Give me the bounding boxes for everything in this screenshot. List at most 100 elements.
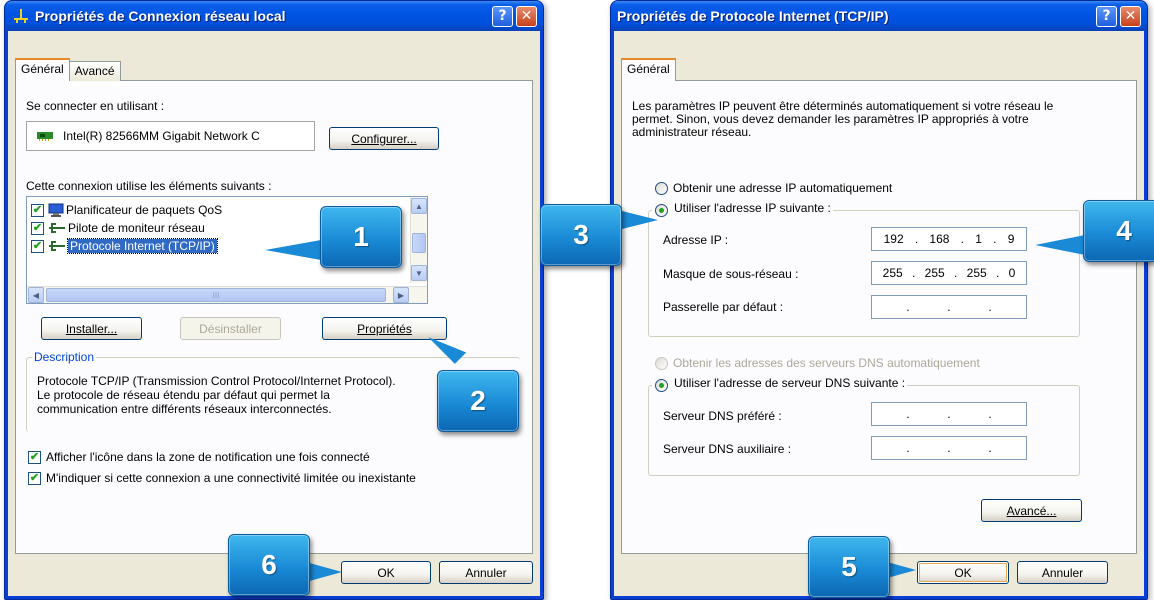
limited-connectivity-label: M'indiquer si cette connexion a une conn… bbox=[46, 471, 416, 485]
scroll-thumb-grip: III bbox=[212, 290, 220, 300]
list-item[interactable]: ✔ Protocole Internet (TCP/IP) bbox=[31, 238, 218, 254]
ok-button[interactable]: OK bbox=[341, 561, 431, 584]
netmon-checkbox[interactable]: ✔ bbox=[31, 221, 44, 235]
ok-button[interactable]: OK bbox=[917, 561, 1009, 584]
uninstall-button-label: Désinstaller bbox=[199, 321, 262, 336]
callout-number: 1 bbox=[353, 221, 369, 252]
netmon-label: Pilote de moniteur réseau bbox=[68, 221, 205, 235]
gateway-label: Passerelle par défaut : bbox=[663, 300, 784, 314]
tab-strip: Général bbox=[621, 58, 676, 81]
callout-6: 6 bbox=[228, 534, 310, 596]
close-button[interactable]: ✕ bbox=[1120, 5, 1141, 27]
ip-octet: 192 bbox=[883, 232, 904, 246]
callout-number: 3 bbox=[573, 219, 589, 250]
alternate-dns-label: Serveur DNS auxiliaire : bbox=[663, 442, 792, 456]
callout-number: 5 bbox=[841, 551, 857, 582]
qos-checkbox[interactable]: ✔ bbox=[31, 203, 44, 217]
alternate-dns-input[interactable]: . . . bbox=[871, 436, 1027, 460]
manual-dns-radio[interactable] bbox=[655, 379, 668, 392]
manual-ip-title: Utiliser l'adresse IP suivante : bbox=[652, 201, 833, 215]
advanced-button-label: Avancé... bbox=[1006, 503, 1057, 518]
callout-1: 1 bbox=[320, 206, 402, 268]
network-monitor-icon bbox=[49, 223, 65, 233]
subnet-mask-input[interactable]: 255. 255. 255. 0 bbox=[871, 261, 1027, 285]
preferred-dns-label: Serveur DNS préféré : bbox=[663, 409, 782, 423]
adapter-name: Intel(R) 82566MM Gigabit Network C bbox=[63, 129, 260, 143]
callout-6-pointer bbox=[306, 562, 342, 582]
gateway-input[interactable]: . . . bbox=[871, 295, 1027, 319]
install-button[interactable]: Installer... bbox=[41, 317, 142, 340]
title-bar[interactable]: Propriétés de Protocole Internet (TCP/IP… bbox=[611, 1, 1147, 31]
limited-connectivity-checkbox[interactable]: ✔ bbox=[28, 472, 41, 485]
close-button[interactable]: ✕ bbox=[516, 5, 537, 27]
notify-label: Afficher l'icône dans la zone de notific… bbox=[46, 450, 370, 464]
auto-dns-label: Obtenir les adresses des serveurs DNS au… bbox=[673, 356, 980, 370]
window-client-area: Général Avancé Se connecter en utilisant… bbox=[8, 31, 540, 596]
title-bar[interactable]: Propriétés de Connexion réseau local ? ✕ bbox=[5, 1, 543, 31]
tab-panel-general: Les paramètres IP peuvent être déterminé… bbox=[621, 80, 1137, 554]
uninstall-button[interactable]: Désinstaller bbox=[180, 317, 281, 340]
tab-advanced[interactable]: Avancé bbox=[68, 61, 121, 81]
auto-ip-radio[interactable] bbox=[655, 182, 668, 195]
manual-dns-title: Utiliser l'adresse de serveur DNS suivan… bbox=[652, 376, 908, 390]
network-adapter-icon bbox=[37, 132, 53, 141]
scroll-thumb[interactable] bbox=[412, 233, 426, 253]
qos-label: Planificateur de paquets QoS bbox=[66, 203, 223, 217]
list-item[interactable]: ✔ Pilote de moniteur réseau bbox=[31, 221, 205, 235]
callout-5: 5 bbox=[808, 536, 890, 598]
configure-button[interactable]: Configurer... bbox=[329, 127, 439, 150]
callout-3: 3 bbox=[540, 204, 622, 266]
window-title: Propriétés de Protocole Internet (TCP/IP… bbox=[617, 8, 889, 24]
qos-scheduler-icon bbox=[48, 203, 64, 217]
network-connection-icon bbox=[11, 8, 31, 24]
configure-button-label: Configurer... bbox=[351, 131, 417, 146]
callout-number: 4 bbox=[1116, 215, 1132, 246]
auto-ip-label: Obtenir une adresse IP automatiquement bbox=[673, 181, 893, 195]
tab-panel-general: Se connecter en utilisant : Intel(R) 825… bbox=[15, 80, 533, 554]
callout-3-pointer bbox=[618, 210, 658, 230]
callout-number: 6 bbox=[261, 549, 277, 580]
ok-button-label: OK bbox=[954, 565, 972, 580]
tab-strip: Général Avancé bbox=[15, 58, 121, 81]
scroll-up-icon[interactable]: ▲ bbox=[411, 198, 427, 214]
h-scroll-thumb[interactable]: III bbox=[46, 288, 386, 302]
ip-octet: 168 bbox=[929, 232, 950, 246]
callout-4-pointer bbox=[1035, 235, 1085, 255]
auto-dns-radio[interactable] bbox=[655, 357, 668, 370]
tab-general[interactable]: Général bbox=[15, 58, 70, 81]
scroll-right-icon[interactable]: ▶ bbox=[393, 287, 409, 303]
cancel-button[interactable]: Annuler bbox=[439, 561, 533, 584]
ok-button-label: OK bbox=[377, 565, 395, 580]
cancel-button-label: Annuler bbox=[465, 565, 507, 580]
cancel-button[interactable]: Annuler bbox=[1017, 561, 1108, 584]
help-button[interactable]: ? bbox=[492, 5, 513, 27]
window-title: Propriétés de Connexion réseau local bbox=[35, 8, 286, 24]
description-text: Protocole TCP/IP (Transmission Control P… bbox=[37, 374, 396, 416]
notify-checkbox[interactable]: ✔ bbox=[28, 451, 41, 464]
scroll-down-icon[interactable]: ▼ bbox=[411, 265, 427, 281]
cancel-button-label: Annuler bbox=[1041, 565, 1084, 580]
vertical-scrollbar[interactable]: ▲ ▼ bbox=[410, 197, 427, 283]
mask-octet: 255 bbox=[882, 266, 903, 280]
manual-ip-group: Utiliser l'adresse IP suivante : Adresse… bbox=[648, 201, 1080, 337]
description-title: Description bbox=[32, 350, 97, 364]
subnet-mask-label: Masque de sous-réseau : bbox=[663, 267, 799, 281]
help-button[interactable]: ? bbox=[1096, 5, 1117, 27]
tab-general[interactable]: Général bbox=[621, 58, 676, 81]
tcpip-protocol-icon bbox=[49, 241, 65, 251]
mask-octet: 0 bbox=[1008, 266, 1016, 280]
horizontal-scrollbar[interactable]: ◀ III ▶ bbox=[27, 286, 427, 303]
install-button-label: Installer... bbox=[65, 321, 118, 336]
advanced-button[interactable]: Avancé... bbox=[981, 499, 1082, 522]
components-label: Cette connexion utilise les éléments sui… bbox=[26, 179, 272, 193]
manual-dns-group: Utiliser l'adresse de serveur DNS suivan… bbox=[648, 376, 1080, 476]
tcpip-label: Protocole Internet (TCP/IP) bbox=[67, 238, 218, 254]
mask-octet: 255 bbox=[966, 266, 987, 280]
tcpip-checkbox[interactable]: ✔ bbox=[31, 239, 44, 253]
scroll-left-icon[interactable]: ◀ bbox=[28, 287, 44, 303]
mask-octet: 255 bbox=[924, 266, 945, 280]
ip-address-input[interactable]: 192. 168. 1. 9 bbox=[871, 227, 1027, 251]
callout-4: 4 bbox=[1083, 200, 1154, 262]
list-item[interactable]: ✔ Planificateur de paquets QoS bbox=[31, 203, 222, 217]
preferred-dns-input[interactable]: . . . bbox=[871, 402, 1027, 426]
